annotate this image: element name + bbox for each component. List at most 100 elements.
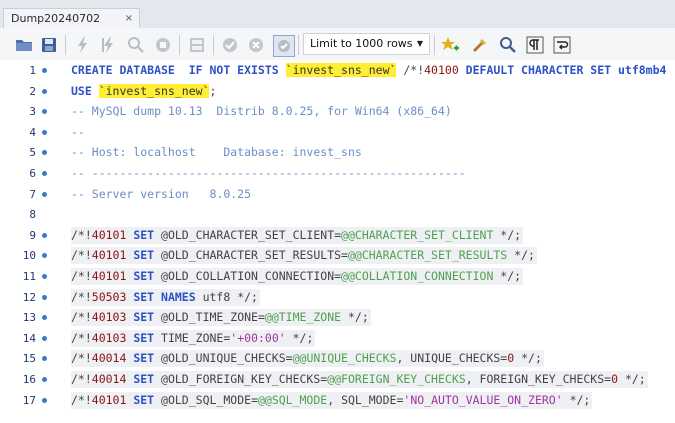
line-number: 11 bbox=[22, 270, 36, 283]
code-token: /*! bbox=[71, 248, 92, 263]
execute-statement-icon[interactable] bbox=[99, 35, 119, 55]
code-token: 'NO_AUTO_VALUE_ON_ZERO' bbox=[403, 392, 563, 407]
find-icon[interactable] bbox=[498, 35, 518, 55]
code-line[interactable]: 16 /*!40014 SET @OLD_FOREIGN_KEY_CHECKS=@… bbox=[0, 369, 675, 390]
code-line[interactable]: 3 -- MySQL dump 10.13 Distrib 8.0.25, for… bbox=[0, 101, 675, 122]
code-token: @@CHARACTER_SET_CLIENT bbox=[341, 227, 494, 242]
invisible-chars-icon[interactable] bbox=[525, 35, 545, 55]
code-line[interactable]: 15 /*!40014 SET @OLD_UNIQUE_CHECKS=@@UNIQ… bbox=[0, 348, 675, 369]
autocommit-icon[interactable] bbox=[273, 35, 295, 57]
code-token: utf8 */; bbox=[202, 289, 258, 304]
statement-marker-icon[interactable] bbox=[42, 150, 47, 156]
statement-marker-icon[interactable] bbox=[42, 68, 47, 73]
statement-marker-icon[interactable] bbox=[42, 335, 47, 341]
code-token: SET bbox=[126, 351, 162, 366]
statement-marker-icon[interactable] bbox=[42, 274, 47, 279]
statement-marker-icon[interactable] bbox=[42, 377, 47, 382]
code-token: /*! bbox=[71, 351, 92, 366]
code-token: /*! bbox=[71, 392, 92, 407]
code-token: , SQL_MODE= bbox=[327, 392, 404, 407]
statement-marker-icon[interactable] bbox=[42, 356, 47, 362]
code-token: SET bbox=[126, 248, 162, 263]
code-token: 40101 bbox=[91, 248, 127, 263]
code-token: 40101 bbox=[91, 227, 127, 242]
code-line[interactable]: 1 CREATE DATABASE IF NOT EXISTS `invest_s… bbox=[0, 60, 675, 81]
code-text: /*!40103 SET @OLD_TIME_ZONE=@@TIME_ZONE … bbox=[71, 309, 371, 327]
line-number: 7 bbox=[29, 187, 36, 201]
code-token: @OLD_CHARACTER_SET_RESULTS= bbox=[161, 248, 348, 263]
line-number: 4 bbox=[29, 125, 36, 139]
statement-marker-icon[interactable] bbox=[42, 253, 47, 259]
execute-icon[interactable] bbox=[73, 35, 93, 55]
code-line[interactable]: 6 -- ------------------------------------… bbox=[0, 163, 675, 184]
code-token: @@TIME_ZONE bbox=[264, 310, 342, 325]
code-token: , FOREIGN_KEY_CHECKS= bbox=[465, 372, 612, 386]
explain-icon[interactable] bbox=[126, 35, 146, 55]
code-line[interactable]: 9 /*!40101 SET @OLD_CHARACTER_SET_CLIENT=… bbox=[0, 225, 675, 246]
beautify-icon[interactable] bbox=[470, 35, 490, 55]
code-line[interactable]: 5 -- Host: localhost Database: invest_sns bbox=[0, 142, 675, 163]
wrap-icon[interactable] bbox=[552, 35, 572, 55]
code-line[interactable]: 2 USE `invest_sns_new`; bbox=[0, 81, 675, 102]
code-line[interactable]: 14 /*!40103 SET TIME_ZONE='+00:00' */; bbox=[0, 328, 675, 349]
code-token: */; bbox=[562, 392, 591, 407]
line-number: 16 bbox=[22, 373, 36, 386]
code-line[interactable]: 13 /*!40103 SET @OLD_TIME_ZONE=@@TIME_ZON… bbox=[0, 307, 675, 328]
code-line[interactable]: 10 /*!40101 SET @OLD_CHARACTER_SET_RESULT… bbox=[0, 245, 675, 266]
tab-title: Dump20240702 bbox=[11, 12, 101, 25]
statement-marker-icon[interactable] bbox=[42, 232, 47, 238]
code-token: */; bbox=[285, 330, 314, 345]
save-icon[interactable] bbox=[39, 35, 59, 55]
code-token: SET NAMES bbox=[126, 289, 203, 304]
stop-icon[interactable] bbox=[153, 35, 173, 55]
code-token: -- Server version 8.0.25 bbox=[71, 186, 252, 201]
code-token: 40103 bbox=[91, 310, 127, 325]
statement-marker-icon[interactable] bbox=[42, 109, 47, 115]
statement-marker-icon[interactable] bbox=[42, 191, 47, 197]
close-icon[interactable]: × bbox=[125, 9, 133, 28]
code-line[interactable]: 7 -- Server version 8.0.25 bbox=[0, 184, 675, 205]
code-token: SET bbox=[126, 269, 162, 283]
limit-rows-value: Limit to 1000 rows bbox=[310, 37, 413, 50]
code-text: -- MySQL dump 10.13 Distrib 8.0.25, for … bbox=[71, 103, 454, 120]
code-text: /*!40101 SET @OLD_COLLATION_CONNECTION=@… bbox=[71, 268, 524, 285]
code-text: CREATE DATABASE IF NOT EXISTS `invest_sn… bbox=[71, 62, 668, 79]
code-token: /*! bbox=[71, 269, 92, 283]
code-token: @OLD_FOREIGN_KEY_CHECKS= bbox=[161, 372, 328, 386]
code-token: 40101 bbox=[91, 269, 127, 283]
code-token: SET bbox=[126, 227, 162, 242]
code-token: -- -------------------------------------… bbox=[71, 166, 466, 180]
code-text: -- -------------------------------------… bbox=[71, 165, 468, 182]
code-line[interactable]: 8 bbox=[0, 204, 675, 225]
sql-editor[interactable]: 1 CREATE DATABASE IF NOT EXISTS `invest_s… bbox=[0, 60, 675, 423]
tab-bar: Dump20240702 × bbox=[0, 0, 675, 28]
code-line[interactable]: 4 -- bbox=[0, 122, 675, 143]
statement-marker-icon[interactable] bbox=[42, 129, 47, 135]
add-snippet-icon[interactable] bbox=[440, 35, 460, 55]
code-line[interactable]: 11 /*!40101 SET @OLD_COLLATION_CONNECTION… bbox=[0, 266, 675, 287]
limit-rows-select[interactable]: Limit to 1000 rows ▼ bbox=[303, 33, 430, 55]
commit-icon[interactable] bbox=[220, 35, 240, 55]
code-line[interactable]: 12 /*!50503 SET NAMES utf8 */; bbox=[0, 287, 675, 308]
code-token: SET bbox=[126, 372, 162, 386]
statement-marker-icon[interactable] bbox=[42, 294, 47, 300]
toolbar-separator bbox=[434, 35, 435, 55]
rollback-icon[interactable] bbox=[246, 35, 266, 55]
code-token: /*! bbox=[71, 310, 92, 325]
toolbar-separator bbox=[298, 35, 299, 55]
code-token: SET bbox=[126, 392, 162, 407]
statement-marker-icon[interactable] bbox=[42, 315, 47, 321]
folder-icon[interactable] bbox=[14, 35, 34, 55]
statement-marker-icon[interactable] bbox=[42, 88, 47, 94]
code-text: /*!50503 SET NAMES utf8 */; bbox=[71, 288, 260, 306]
code-token: TIME_ZONE= bbox=[161, 330, 231, 345]
statement-marker-icon[interactable] bbox=[42, 171, 47, 176]
code-token: @OLD_TIME_ZONE= bbox=[161, 310, 265, 325]
code-line[interactable]: 17 /*!40101 SET @OLD_SQL_MODE=@@SQL_MODE,… bbox=[0, 390, 675, 411]
code-text: /*!40014 SET @OLD_UNIQUE_CHECKS=@@UNIQUE… bbox=[71, 350, 544, 368]
code-token: @OLD_UNIQUE_CHECKS= bbox=[161, 351, 293, 366]
statement-marker-icon[interactable] bbox=[42, 397, 47, 403]
editor-tab[interactable]: Dump20240702 × bbox=[3, 8, 140, 28]
toggle-results-icon[interactable] bbox=[187, 35, 207, 55]
code-token: /*! bbox=[396, 63, 425, 77]
